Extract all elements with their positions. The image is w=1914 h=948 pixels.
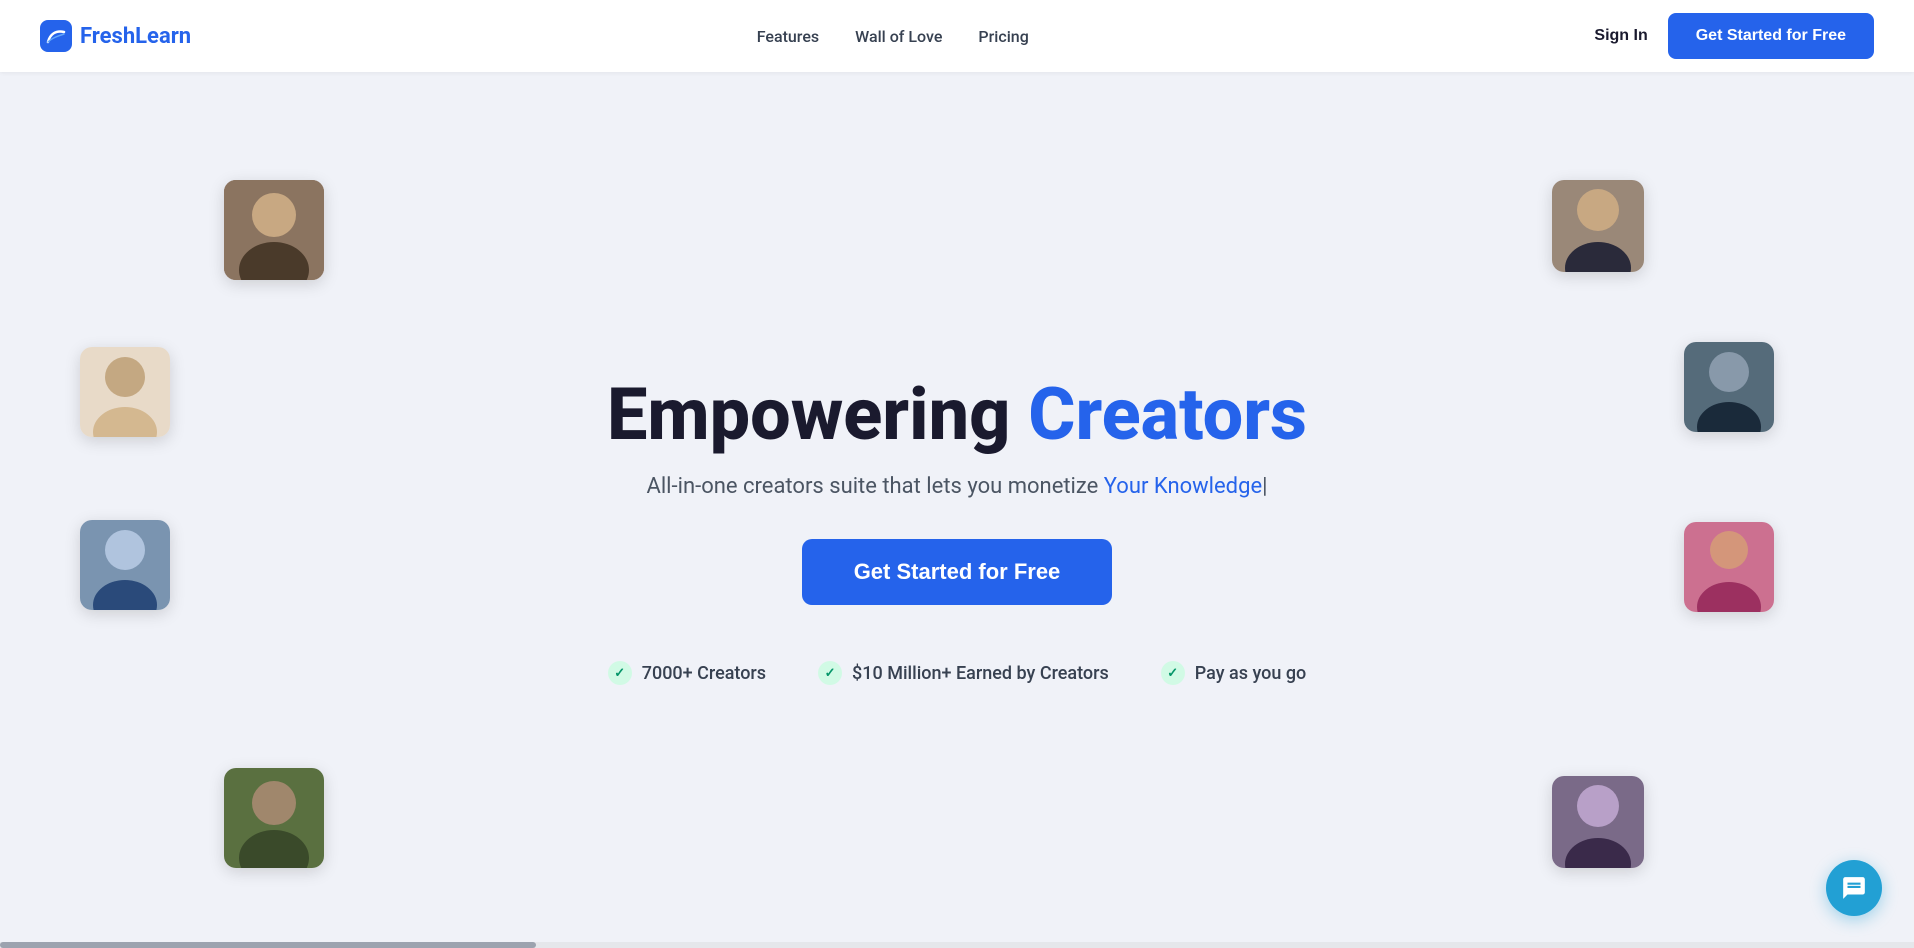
scrollbar[interactable]	[0, 942, 1914, 948]
logo-text: FreshLearn	[80, 24, 191, 49]
nav-pricing[interactable]: Pricing	[978, 27, 1028, 46]
logo[interactable]: FreshLearn	[40, 20, 191, 52]
chat-bubble-button[interactable]	[1826, 860, 1882, 916]
hero-section: Empowering Creators All-in-one creators …	[0, 72, 1914, 948]
avatar-top-left	[224, 180, 324, 280]
avatar-botbot-right	[1552, 776, 1644, 868]
get-started-nav-button[interactable]: Get Started for Free	[1668, 13, 1874, 59]
scrollbar-thumb	[0, 942, 536, 948]
avatar-botbot-left	[224, 768, 324, 868]
hero-title-highlight: Creators	[1028, 372, 1307, 457]
stat-earned: ✓ $10 Million+ Earned by Creators	[818, 661, 1109, 685]
check-icon-earned: ✓	[818, 661, 842, 685]
nav-features[interactable]: Features	[757, 27, 819, 46]
sign-in-button[interactable]: Sign In	[1594, 27, 1647, 45]
nav-links: Features Wall of Love Pricing	[757, 27, 1029, 46]
hero-subtitle: All-in-one creators suite that lets you …	[646, 474, 1267, 499]
nav-right: Sign In Get Started for Free	[1594, 13, 1874, 59]
stat-creators: ✓ 7000+ Creators	[608, 661, 766, 685]
avatar-mid-left	[80, 347, 170, 437]
navbar: FreshLearn Features Wall of Love Pricing…	[0, 0, 1914, 72]
logo-icon	[40, 20, 72, 52]
avatar-bot-right	[1684, 522, 1774, 612]
avatar-bot-left	[80, 520, 170, 610]
hero-title: Empowering Creators	[607, 375, 1307, 454]
hero-subtitle-highlight: Your Knowledge	[1104, 474, 1262, 499]
check-icon-pay: ✓	[1161, 661, 1185, 685]
chat-icon	[1841, 875, 1867, 901]
check-icon-creators: ✓	[608, 661, 632, 685]
stats-row: ✓ 7000+ Creators ✓ $10 Million+ Earned b…	[608, 661, 1307, 685]
avatar-top-right	[1552, 180, 1644, 272]
avatar-mid-right	[1684, 342, 1774, 432]
stat-payasyougo: ✓ Pay as you go	[1161, 661, 1307, 685]
get-started-hero-button[interactable]: Get Started for Free	[802, 539, 1113, 605]
nav-wall-of-love[interactable]: Wall of Love	[855, 27, 942, 46]
